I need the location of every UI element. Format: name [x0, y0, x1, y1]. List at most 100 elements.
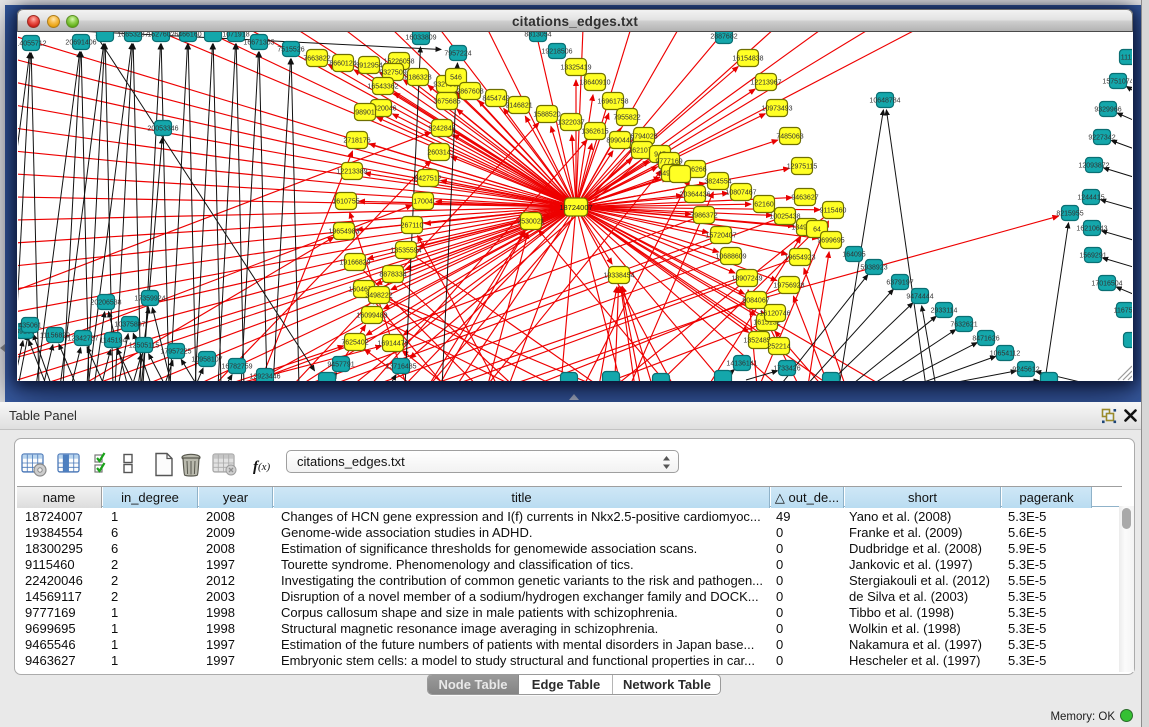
svg-text:164095: 164095: [842, 252, 865, 259]
svg-text:1569291: 1569291: [1079, 253, 1106, 260]
svg-text:12213967: 12213967: [750, 80, 781, 87]
svg-text:7955822: 7955822: [613, 115, 640, 122]
svg-text:12093872: 12093872: [1078, 163, 1109, 170]
svg-text:252214: 252214: [767, 344, 790, 351]
svg-text:7663822: 7663822: [303, 56, 330, 63]
svg-text:17957225: 17957225: [160, 349, 191, 356]
svg-text:15751074: 15751074: [1102, 79, 1132, 86]
svg-text:267110: 267110: [401, 223, 424, 230]
svg-text:1588520: 1588520: [533, 112, 560, 119]
svg-text:7632621: 7632621: [950, 322, 977, 329]
svg-text:20364436: 20364436: [679, 192, 710, 199]
svg-text:16033809: 16033809: [405, 35, 436, 42]
svg-text:98901: 98901: [355, 110, 375, 117]
svg-text:2887682: 2887682: [710, 34, 737, 41]
svg-text:19756928: 19756928: [773, 283, 804, 290]
svg-text:8427512: 8427512: [414, 176, 441, 183]
svg-text:19654923: 19654923: [784, 255, 815, 262]
svg-text:13535594: 13535594: [390, 248, 421, 255]
svg-text:9329966: 9329966: [1094, 107, 1121, 114]
svg-text:7986372: 7986372: [690, 213, 717, 220]
svg-text:9699695: 9699695: [817, 238, 844, 245]
svg-text:11156829: 11156829: [40, 333, 70, 340]
svg-text:8215955: 8215955: [1056, 211, 1083, 218]
svg-text:1610755: 1610755: [332, 199, 359, 206]
svg-text:5938923: 5938923: [860, 265, 887, 272]
svg-text:10688609: 10688609: [715, 254, 746, 261]
svg-text:19166829: 19166829: [339, 260, 370, 267]
svg-text:116753: 116753: [1114, 308, 1132, 315]
svg-text:8660124: 8660124: [329, 61, 356, 68]
svg-text:17004: 17004: [413, 199, 433, 206]
svg-text:1145194: 1145194: [100, 338, 127, 345]
svg-text:16782759: 16782759: [221, 364, 252, 371]
svg-text:546: 546: [450, 75, 462, 82]
svg-text:12342737: 12342737: [67, 336, 98, 343]
svg-text:2718176: 2718176: [343, 138, 370, 145]
svg-text:2933114: 2933114: [931, 308, 958, 315]
svg-text:17016504: 17016504: [1091, 281, 1122, 288]
svg-text:1112: 1112: [1121, 55, 1132, 62]
svg-text:20206538: 20206538: [90, 300, 121, 307]
svg-text:18640910: 18640910: [579, 80, 610, 87]
svg-text:3912954: 3912954: [355, 63, 382, 70]
svg-text:18724007: 18724007: [559, 203, 592, 212]
svg-text:7515526: 7515526: [277, 47, 304, 54]
svg-text:12923446: 12923446: [249, 374, 280, 381]
svg-text:13716485: 13716485: [385, 364, 416, 371]
svg-text:9227342: 9227342: [1088, 135, 1115, 142]
svg-text:16099489: 16099489: [356, 313, 387, 320]
svg-text:10973493: 10973493: [761, 106, 792, 113]
svg-text:19338454: 19338454: [603, 273, 634, 280]
svg-text:10375887: 10375887: [114, 322, 145, 329]
svg-text:13325419: 13325419: [560, 65, 591, 72]
svg-text:14136141: 14136141: [726, 361, 757, 368]
svg-text:12975115: 12975115: [787, 164, 818, 171]
svg-text:1244415: 1244415: [1077, 195, 1104, 202]
svg-text:9457791: 9457791: [327, 362, 354, 369]
svg-text:10654112: 10654112: [990, 351, 1021, 358]
svg-text:3498222: 3498222: [365, 293, 392, 300]
svg-text:16210643: 16210643: [1076, 226, 1107, 233]
svg-text:6466160: 6466160: [174, 32, 201, 39]
svg-text:19218506: 19218506: [541, 49, 572, 56]
svg-text:6379197: 6379197: [886, 280, 913, 287]
svg-text:10807467: 10807467: [725, 190, 756, 197]
svg-text:7485063: 7485063: [776, 134, 803, 141]
svg-text:8813054: 8813054: [524, 32, 551, 39]
svg-text:6794028: 6794028: [630, 134, 657, 141]
svg-text:(x): (x): [258, 461, 271, 473]
svg-text:9146821: 9146821: [505, 103, 532, 110]
svg-text:16543362: 16543362: [367, 84, 398, 91]
svg-text:1071918: 1071918: [222, 32, 249, 39]
svg-text:16120746: 16120746: [759, 311, 790, 318]
svg-text:16154838: 16154838: [732, 56, 763, 63]
svg-text:3824554: 3824554: [704, 179, 731, 186]
svg-text:8454749: 8454749: [482, 96, 509, 103]
svg-text:64: 64: [813, 227, 821, 234]
svg-text:9115460: 9115460: [820, 208, 847, 215]
svg-text:12505115: 12505115: [129, 343, 160, 350]
svg-text:3675685: 3675685: [433, 99, 460, 106]
svg-text:10958107: 10958107: [191, 357, 222, 364]
svg-text:435061: 435061: [18, 323, 41, 330]
svg-text:15720407: 15720407: [705, 233, 736, 240]
svg-text:1362615: 1362615: [581, 129, 608, 136]
svg-text:7957224: 7957224: [444, 51, 471, 58]
svg-text:2530021: 2530021: [517, 219, 544, 226]
svg-text:1733426: 1733426: [773, 366, 800, 373]
svg-text:10653287: 10653287: [117, 32, 148, 39]
svg-text:9245612: 9245612: [1012, 367, 1039, 374]
svg-text:8186328: 8186328: [404, 75, 431, 82]
svg-text:9242848: 9242848: [428, 126, 455, 133]
svg-text:8471626: 8471626: [972, 336, 999, 343]
svg-text:62160: 62160: [754, 202, 774, 209]
svg-text:16961758: 16961758: [597, 99, 628, 106]
svg-text:20053346: 20053346: [147, 126, 178, 133]
svg-text:10648784: 10648784: [869, 98, 900, 105]
svg-text:14055712: 14055712: [18, 41, 47, 48]
svg-text:1322037: 1322037: [557, 120, 584, 127]
svg-text:16914479: 16914479: [377, 341, 408, 348]
svg-text:17359924: 17359924: [134, 296, 165, 303]
svg-text:10025438: 10025438: [769, 214, 800, 221]
